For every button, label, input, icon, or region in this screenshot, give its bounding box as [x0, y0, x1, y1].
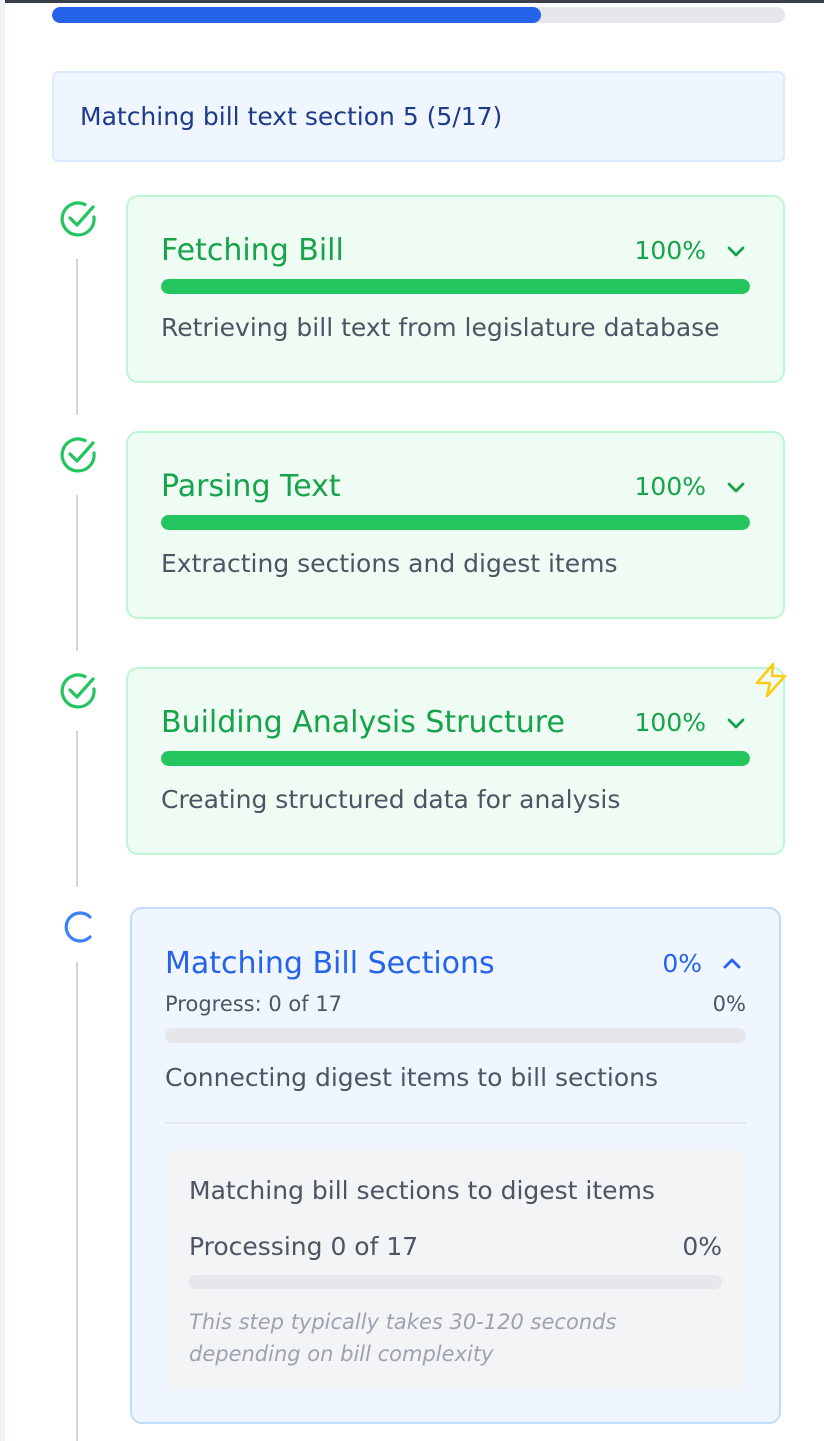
status-banner: Matching bill text section 5 (5/17): [52, 71, 785, 162]
loading-spinner-icon: [64, 911, 92, 943]
step-progress-fill: [161, 515, 750, 530]
step-percent: 100%: [634, 708, 706, 737]
timeline-connector: [76, 259, 78, 415]
lightning-bolt-icon: [755, 662, 787, 698]
step-card-fetching-bill: Fetching Bill 100% Retrieving bill text …: [126, 195, 785, 383]
step-description: Connecting digest items to bill sections: [165, 1063, 659, 1092]
timeline-connector: [76, 731, 78, 887]
step-progress-bar: [161, 751, 750, 766]
detail-processing-row: Processing 0 of 17 0%: [189, 1232, 722, 1261]
step-detail-panel: Matching bill sections to digest items P…: [165, 1150, 746, 1390]
overall-progress-bar: [52, 7, 785, 23]
progress-percent-text: 0%: [712, 992, 746, 1016]
check-circle-icon: [60, 201, 96, 237]
step-header[interactable]: Matching Bill Sections 0%: [165, 946, 746, 981]
step-title: Fetching Bill: [161, 233, 344, 268]
step-card-building-analysis-structure: Building Analysis Structure 100% Creatin…: [126, 667, 785, 855]
detail-title: Matching bill sections to digest items: [189, 1176, 655, 1205]
step-progress-summary: Progress: 0 of 17 0%: [165, 992, 746, 1016]
check-circle-icon: [60, 437, 96, 473]
step-title: Matching Bill Sections: [165, 946, 495, 981]
window-top-edge: [0, 0, 824, 3]
step-description: Creating structured data for analysis: [161, 785, 621, 814]
step-percent: 100%: [634, 236, 706, 265]
step-header[interactable]: Parsing Text 100%: [161, 469, 750, 504]
detail-processing-percent: 0%: [682, 1232, 722, 1261]
step-percent: 0%: [662, 949, 702, 978]
step-header[interactable]: Building Analysis Structure 100%: [161, 705, 750, 740]
detail-progress-bar: [189, 1275, 722, 1289]
chevron-down-icon[interactable]: [722, 709, 750, 737]
step-percent: 100%: [634, 472, 706, 501]
timeline-connector: [76, 962, 78, 1441]
step-title: Building Analysis Structure: [161, 705, 565, 740]
chevron-down-icon[interactable]: [722, 237, 750, 265]
step-progress-fill: [161, 751, 750, 766]
detail-note: This step typically takes 30-120 seconds…: [189, 1310, 617, 1366]
step-progress-bar: [165, 1028, 746, 1043]
window-left-edge: [0, 0, 5, 1441]
step-title: Parsing Text: [161, 469, 341, 504]
divider: [165, 1122, 746, 1124]
step-description: Retrieving bill text from legislature da…: [161, 313, 720, 342]
step-card-parsing-text: Parsing Text 100% Extracting sections an…: [126, 431, 785, 619]
step-progress-bar: [161, 279, 750, 294]
step-progress-bar: [161, 515, 750, 530]
step-card-matching-bill-sections: Matching Bill Sections 0% Progress: 0 of…: [130, 907, 781, 1424]
step-description: Extracting sections and digest items: [161, 549, 618, 578]
detail-processing-text: Processing 0 of 17: [189, 1232, 419, 1261]
timeline-connector: [76, 495, 78, 651]
overall-progress-fill: [52, 7, 541, 23]
chevron-down-icon[interactable]: [722, 473, 750, 501]
status-banner-text: Matching bill text section 5 (5/17): [80, 102, 503, 131]
chevron-up-icon[interactable]: [718, 950, 746, 978]
check-circle-icon: [60, 673, 96, 709]
step-header[interactable]: Fetching Bill 100%: [161, 233, 750, 268]
progress-count-text: Progress: 0 of 17: [165, 992, 343, 1016]
step-progress-fill: [161, 279, 750, 294]
